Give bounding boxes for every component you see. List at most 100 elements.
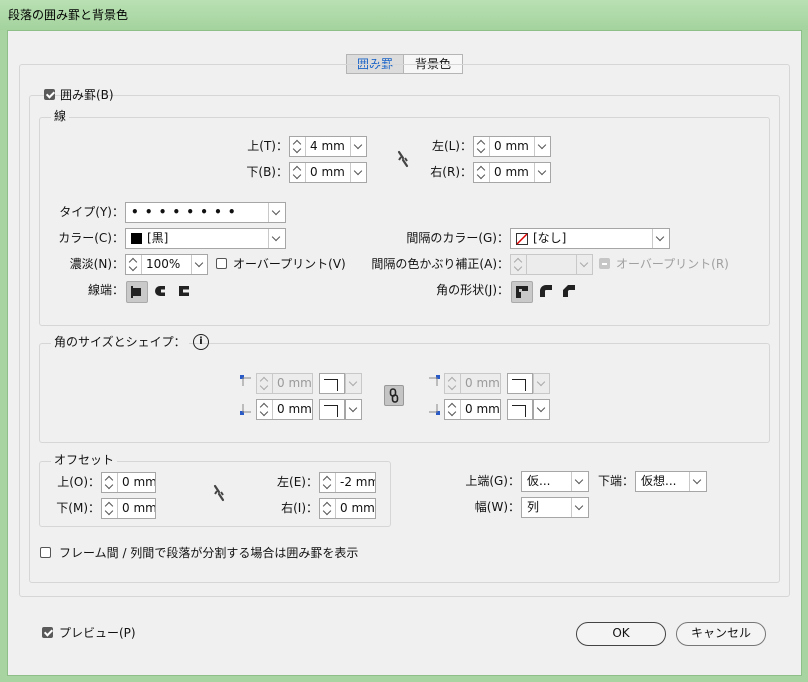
offset-top-label: 上(O)： bbox=[57, 475, 100, 489]
title-bar[interactable]: 段落の囲み罫と背景色 bbox=[0, 0, 808, 30]
stroke-left-label: 左(L)： bbox=[431, 139, 472, 153]
offset-link-unlinked-icon[interactable] bbox=[208, 482, 230, 504]
width-select[interactable]: 列 bbox=[521, 497, 589, 518]
corner-br-value[interactable]: 0 mm bbox=[461, 400, 500, 419]
corner-tr-shape-dropdown[interactable] bbox=[533, 373, 550, 394]
tint-label: 濃淡(N)： bbox=[69, 257, 124, 271]
type-select[interactable]: • • • • • • • • bbox=[125, 202, 286, 223]
color-label: カラー(C)： bbox=[58, 231, 124, 245]
stroke-bottom-stepper[interactable]: 0 mm bbox=[289, 162, 367, 183]
corner-bl-shape-dropdown[interactable] bbox=[345, 399, 362, 420]
bevel-join-icon[interactable] bbox=[559, 281, 581, 303]
corner-bl-shape[interactable] bbox=[319, 399, 345, 420]
split-label: フレーム間 / 列間で段落が分割する場合は囲み罫を表示 bbox=[59, 546, 359, 560]
corner-bottom-left-icon bbox=[240, 404, 251, 415]
bottom-edge-label: 下端： bbox=[597, 474, 634, 488]
window-title: 段落の囲み罫と背景色 bbox=[8, 8, 129, 22]
corner-tl-stepper[interactable]: 0 mm bbox=[256, 373, 313, 394]
cap-label: 線端： bbox=[87, 283, 124, 297]
ok-button[interactable]: OK bbox=[576, 622, 666, 646]
stroke-right-value[interactable]: 0 mm bbox=[490, 163, 534, 182]
info-icon[interactable]: i bbox=[193, 334, 209, 350]
corner-legend: 角のサイズとシェイプ： bbox=[51, 334, 189, 350]
stroke-bottom-value[interactable]: 0 mm bbox=[306, 163, 350, 182]
split-checkbox[interactable] bbox=[40, 547, 51, 558]
border-enable-checkbox[interactable] bbox=[44, 89, 55, 100]
stroke-bottom-label: 下(B)： bbox=[246, 165, 288, 179]
corner-br-stepper[interactable]: 0 mm bbox=[444, 399, 501, 420]
top-edge-select[interactable]: 仮... bbox=[521, 471, 589, 492]
corner-tr-stepper[interactable]: 0 mm bbox=[444, 373, 501, 394]
color-swatch bbox=[131, 233, 142, 244]
gap-tint-label: 間隔の色かぶり補正(A)： bbox=[371, 257, 509, 271]
gap-color-label: 間隔のカラー(G)： bbox=[406, 231, 509, 245]
cancel-button[interactable]: キャンセル bbox=[676, 622, 766, 646]
join-label: 角の形状(J)： bbox=[436, 283, 509, 297]
corner-group bbox=[39, 343, 770, 443]
bottom-edge-value: 仮想... bbox=[641, 474, 677, 488]
corner-tr-shape[interactable] bbox=[507, 373, 533, 394]
corner-br-shape-dropdown[interactable] bbox=[533, 399, 550, 420]
stroke-legend: 線 bbox=[51, 108, 70, 124]
link-unlinked-icon[interactable] bbox=[392, 148, 414, 170]
corner-top-right-icon bbox=[429, 375, 440, 386]
stroke-left-value[interactable]: 0 mm bbox=[490, 137, 534, 156]
offset-left-stepper[interactable]: -2 mm bbox=[319, 472, 376, 493]
tint-stepper[interactable]: 100% bbox=[125, 254, 208, 275]
offset-bottom-stepper[interactable]: 0 mm bbox=[101, 498, 156, 519]
corner-top-left-icon bbox=[240, 375, 251, 386]
gap-overprint-label: オーバープリント(R) bbox=[616, 257, 729, 271]
miter-join-icon[interactable] bbox=[511, 281, 533, 303]
corner-bl-value[interactable]: 0 mm bbox=[273, 400, 312, 419]
top-edge-value: 仮... bbox=[527, 474, 551, 488]
border-enable-label: 囲み罫(B) bbox=[60, 88, 114, 102]
butt-cap-icon[interactable] bbox=[126, 281, 148, 303]
tint-value[interactable]: 100% bbox=[142, 255, 191, 274]
corner-tl-value[interactable]: 0 mm bbox=[273, 374, 312, 393]
gap-tint-value[interactable] bbox=[527, 255, 576, 274]
bottom-edge-select[interactable]: 仮想... bbox=[635, 471, 707, 492]
offset-right-value[interactable]: 0 mm bbox=[336, 499, 375, 518]
offset-top-value[interactable]: 0 mm bbox=[118, 473, 155, 492]
width-value: 列 bbox=[527, 500, 540, 514]
stroke-right-stepper[interactable]: 0 mm bbox=[473, 162, 551, 183]
corner-bl-stepper[interactable]: 0 mm bbox=[256, 399, 313, 420]
offset-top-stepper[interactable]: 0 mm bbox=[101, 472, 156, 493]
offset-right-label: 右(I)： bbox=[281, 501, 318, 515]
corner-bottom-right-icon bbox=[429, 404, 440, 415]
gap-overprint-checkbox[interactable] bbox=[599, 258, 610, 269]
link-corners-icon[interactable] bbox=[384, 385, 404, 406]
top-edge-label: 上端(G)： bbox=[465, 474, 520, 488]
type-value: • • • • • • • • bbox=[131, 205, 237, 219]
dialog-content: 囲み罫 背景色 囲み罫(B) 線 上(T)： 4 mm 下(B)： 0 mm 左… bbox=[7, 30, 802, 676]
width-label: 幅(W)： bbox=[474, 500, 520, 514]
corner-tr-value[interactable]: 0 mm bbox=[461, 374, 500, 393]
projecting-cap-icon[interactable] bbox=[174, 281, 196, 303]
overprint-label: オーバープリント(V) bbox=[233, 257, 346, 271]
preview-checkbox[interactable] bbox=[42, 627, 53, 638]
stroke-top-value[interactable]: 4 mm bbox=[306, 137, 350, 156]
offset-bottom-label: 下(M)： bbox=[56, 501, 100, 515]
corner-tl-shape-dropdown[interactable] bbox=[345, 373, 362, 394]
stroke-left-stepper[interactable]: 0 mm bbox=[473, 136, 551, 157]
offset-right-stepper[interactable]: 0 mm bbox=[319, 498, 376, 519]
gap-color-value: [なし] bbox=[533, 231, 567, 245]
offset-legend: オフセット bbox=[51, 452, 118, 468]
gap-color-select[interactable]: [なし] bbox=[510, 228, 670, 249]
offset-left-value[interactable]: -2 mm bbox=[336, 473, 375, 492]
corner-br-shape[interactable] bbox=[507, 399, 533, 420]
stroke-top-stepper[interactable]: 4 mm bbox=[289, 136, 367, 157]
stroke-right-label: 右(R)： bbox=[430, 165, 472, 179]
type-label: タイプ(Y)： bbox=[59, 205, 124, 219]
round-cap-icon[interactable] bbox=[151, 281, 173, 303]
gap-tint-stepper[interactable] bbox=[510, 254, 593, 275]
stroke-top-label: 上(T)： bbox=[247, 139, 288, 153]
round-join-icon[interactable] bbox=[536, 281, 558, 303]
corner-tl-shape[interactable] bbox=[319, 373, 345, 394]
color-select[interactable]: [黒] bbox=[125, 228, 286, 249]
dialog-window: 段落の囲み罫と背景色 囲み罫 背景色 囲み罫(B) 線 上(T)： 4 mm 下… bbox=[0, 0, 808, 682]
offset-left-label: 左(E)： bbox=[277, 475, 318, 489]
preview-label: プレビュー(P) bbox=[59, 626, 136, 640]
overprint-checkbox[interactable] bbox=[216, 258, 227, 269]
offset-bottom-value[interactable]: 0 mm bbox=[118, 499, 155, 518]
